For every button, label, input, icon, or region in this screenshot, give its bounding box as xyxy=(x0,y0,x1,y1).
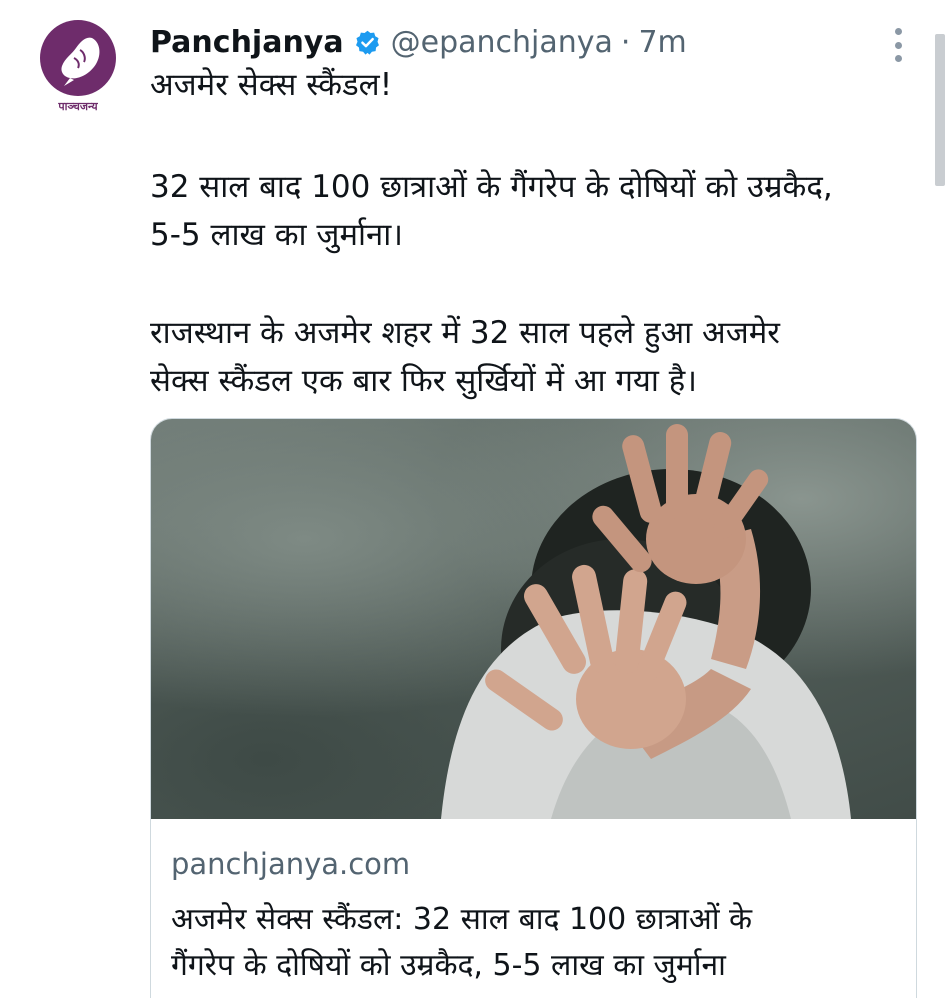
tweet-text-line: अजमेर सेक्स स्कैंडल! xyxy=(150,67,393,103)
tweet-text-line: 5-5 लाख का जुर्माना। xyxy=(150,217,403,253)
tweet-timestamp[interactable]: 7m xyxy=(638,25,686,60)
verified-badge-icon xyxy=(354,29,381,56)
account-name[interactable]: Panchjanya xyxy=(150,25,344,60)
tweet-header: Panchjanya @epanchjanya · 7m xyxy=(150,20,687,64)
card-image[interactable] xyxy=(151,419,916,819)
scrollbar[interactable] xyxy=(935,34,945,186)
tweet-text-line: 32 साल बाद 100 छात्राओं के गैंगरेप के दो… xyxy=(150,169,833,205)
tweet-text-line: राजस्थान के अजमेर शहर में 32 साल पहले हु… xyxy=(150,315,780,351)
tweet[interactable]: पाञ्चजन्य Panchjanya @epanchjanya · 7m अ… xyxy=(0,0,945,998)
account-handle[interactable]: @epanchjanya xyxy=(391,25,613,60)
avatar-caption: पाञ्चजन्य xyxy=(58,100,98,113)
more-options-icon[interactable] xyxy=(886,28,910,62)
separator-dot: · xyxy=(620,24,631,60)
avatar[interactable]: पाञ्चजन्य xyxy=(38,20,118,130)
card-domain: panchjanya.com xyxy=(171,847,411,881)
conch-shell-icon xyxy=(40,20,116,96)
link-preview-card[interactable]: panchjanya.com अजमेर सेक्स स्कैंडल: 32 स… xyxy=(150,418,917,998)
tweet-text-line: सेक्स स्कैंडल एक बार फिर सुर्खियों में आ… xyxy=(150,363,697,399)
card-title-line: अजमेर सेक्स स्कैंडल: 32 साल बाद 100 छात्… xyxy=(171,902,753,937)
card-title[interactable]: अजमेर सेक्स स्कैंडल: 32 साल बाद 100 छात्… xyxy=(171,897,901,989)
card-title-line: गैंगरेप के दोषियों को उम्रकैद, 5-5 लाख क… xyxy=(171,948,726,983)
